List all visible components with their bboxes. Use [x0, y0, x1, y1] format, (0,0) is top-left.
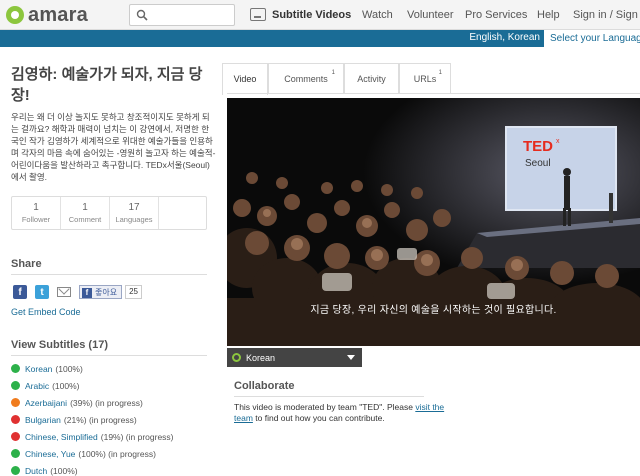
collaborate-text-before: This video is moderated by team "TED". P… [234, 402, 416, 412]
video-caption: 지금 당장, 우리 자신의 예술을 시작하는 것이 필요합니다. [310, 305, 557, 316]
subtitle-status-icon [11, 398, 20, 407]
get-embed-code-link[interactable]: Get Embed Code [11, 307, 81, 317]
nav-sign-in[interactable]: Sign in / Sign u [573, 9, 640, 21]
subtitle-videos-button[interactable]: Subtitle Videos [250, 8, 351, 21]
subtitle-completion: (39%) (in progress) [70, 397, 143, 408]
subtitle-status-icon [232, 353, 241, 362]
nav-help[interactable]: Help [537, 9, 560, 21]
collaborate-divider [234, 396, 424, 397]
tab-urls[interactable]: URLs 1 [399, 63, 451, 93]
subtitle-language-item[interactable]: Chinese, Simplified (19%) (in progress) [11, 428, 174, 445]
tab-activity-label: Activity [357, 74, 386, 84]
search-input[interactable] [152, 7, 232, 23]
comments-label: Comment [68, 215, 102, 224]
tab-comments-label: Comments [284, 74, 328, 84]
subtitle-language-link[interactable]: Arabic [25, 381, 49, 391]
amara-logo[interactable]: amara [6, 4, 88, 26]
tabs-underline [227, 93, 640, 94]
subtitle-status-icon [11, 415, 20, 424]
collaborate-text-after: to find out how you can contribute. [252, 413, 385, 423]
twitter-icon[interactable]: t [35, 285, 49, 299]
subtitle-status-icon [11, 432, 20, 441]
search-icon [136, 9, 148, 21]
subtitle-completion: (100%) [52, 380, 80, 391]
subtitle-language-item[interactable]: Arabic (100%) [11, 377, 174, 394]
subtitle-status-icon [11, 364, 20, 373]
subtitle-language-item[interactable]: Bulgarian (21%) (in progress) [11, 411, 174, 428]
logo-text: amara [28, 3, 88, 26]
screen-x-text: x [556, 138, 560, 145]
languages-label: Languages [115, 215, 153, 224]
like-count: 25 [125, 285, 142, 299]
subtitle-language-item[interactable]: Chinese, Yue (100%) (in progress) [11, 445, 174, 462]
subtitle-language-link[interactable]: Chinese, Yue [25, 449, 75, 459]
comments-count: 1 [82, 202, 88, 213]
subtitle-language-link[interactable]: Dutch [25, 466, 47, 476]
view-subtitles-heading: View Subtitles (17) [11, 339, 108, 351]
screen-ted-text: TED [523, 138, 553, 155]
subtitle-language-link[interactable]: Azerbaijani [25, 398, 67, 408]
subtitle-language-dropdown[interactable]: Korean [227, 348, 362, 367]
subtitle-completion: (100%) [55, 363, 83, 374]
amara-logo-icon [6, 6, 24, 24]
subtitle-language-link[interactable]: Korean [25, 364, 52, 374]
subtitle-status-icon [11, 381, 20, 390]
subtitle-completion: (19%) (in progress) [100, 431, 174, 442]
followers-label: Follower [21, 215, 51, 224]
languages-count: 17 [128, 202, 140, 213]
collaborate-heading: Collaborate [234, 380, 295, 392]
subtitle-language-item[interactable]: Korean (100%) [11, 360, 174, 377]
share-buttons: f t f 좋아요 25 [13, 284, 142, 300]
tab-video-label: Video [233, 74, 257, 84]
search-box[interactable] [129, 4, 235, 26]
top-navigation-bar: amara Subtitle Videos Watch Volunteer Pr… [0, 0, 640, 30]
subtitle-language-link[interactable]: Bulgarian [25, 415, 61, 425]
subtitle-language-list: Korean (100%) Arabic (100%) Azerbaijani (39%)… [11, 360, 174, 476]
share-heading: Share [11, 258, 42, 270]
tv-icon [250, 8, 266, 21]
tab-urls-label: URLs [413, 74, 437, 84]
tab-activity[interactable]: Activity [344, 63, 399, 93]
languages-stat[interactable]: 17 Languages [110, 197, 159, 229]
subtitle-completion: (100%) [50, 465, 78, 476]
subtitle-completion: (21%) (in progress) [63, 414, 137, 425]
screen-seoul-text: Seoul [525, 158, 551, 169]
video-title: 김영하: 예술가가 되자, 지금 당장! [11, 66, 203, 104]
tab-comments[interactable]: Comments 1 [268, 63, 344, 93]
tab-video[interactable]: Video [222, 63, 268, 95]
video-description: 우리는 왜 더 이상 놀지도 못하고 창조적이지도 못하게 되는 걸까요? 해학… [11, 112, 216, 182]
subtitle-status-icon [11, 466, 20, 475]
followers-count: 1 [33, 202, 39, 213]
email-icon[interactable] [57, 287, 71, 297]
facebook-like-button[interactable]: f 좋아요 [79, 285, 123, 299]
chevron-down-icon [347, 355, 355, 360]
video-player[interactable]: TED x Seoul 지금 당장, 우리 자신의 예술을 시작하는 것이 필요… [227, 98, 640, 346]
facebook-like-icon: f [82, 287, 92, 298]
nav-volunteer[interactable]: Volunteer [407, 9, 453, 21]
like-label: 좋아요 [95, 288, 118, 297]
subtitle-status-icon [11, 449, 20, 458]
tab-urls-count: 1 [438, 70, 442, 76]
select-languages-button[interactable]: Select your Languages [544, 30, 640, 47]
comments-stat[interactable]: 1 Comment [61, 197, 110, 229]
share-divider [11, 274, 207, 275]
subtitles-divider [11, 355, 207, 356]
subtitle-language-item[interactable]: Azerbaijani (39%) (in progress) [11, 394, 174, 411]
subtitle-videos-label: Subtitle Videos [272, 8, 352, 21]
nav-pro-services[interactable]: Pro Services [465, 9, 527, 21]
language-bar: English, Korean Select your Languages [0, 30, 640, 47]
video-stats: 1 Follower 1 Comment 17 Languages [11, 196, 207, 230]
stats-spacer [159, 197, 206, 229]
subtitle-language-label: Korean [246, 352, 276, 363]
subtitle-language-link[interactable]: Chinese, Simplified [25, 432, 98, 442]
collaborate-text: This video is moderated by team "TED". P… [234, 402, 449, 424]
tab-comments-count: 1 [331, 70, 335, 76]
subtitle-language-item[interactable]: Dutch (100%) [11, 462, 174, 476]
nav-watch[interactable]: Watch [362, 9, 393, 21]
subtitle-completion: (100%) (in progress) [78, 448, 156, 459]
facebook-icon[interactable]: f [13, 285, 27, 299]
current-languages: English, Korean [469, 32, 540, 43]
followers-stat[interactable]: 1 Follower [12, 197, 61, 229]
